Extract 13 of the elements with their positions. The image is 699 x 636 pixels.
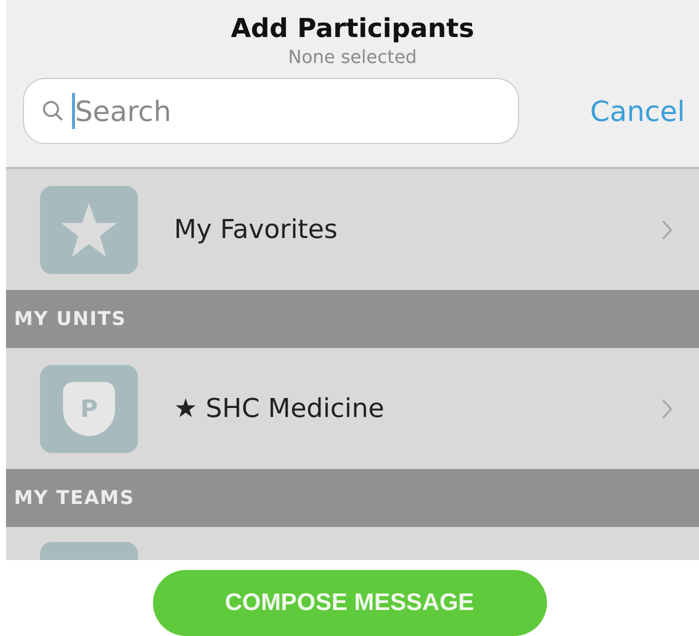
badge-letter: P (80, 394, 98, 423)
selection-status: None selected (288, 46, 417, 70)
search-field[interactable]: Search (23, 78, 519, 144)
search-icon (42, 100, 64, 122)
search-input[interactable]: Search (75, 94, 455, 128)
screen-title: Add Participants (230, 13, 474, 46)
section-header: MY UNITS (6, 290, 699, 348)
chevron-icon (661, 398, 673, 420)
section-header: MY TEAMS (6, 469, 699, 528)
row-label: My Favorites (174, 214, 339, 245)
chevron-icon (661, 218, 673, 241)
star-glyph-icon (59, 200, 119, 259)
row-label: ★ SHC Medicine (174, 394, 386, 424)
